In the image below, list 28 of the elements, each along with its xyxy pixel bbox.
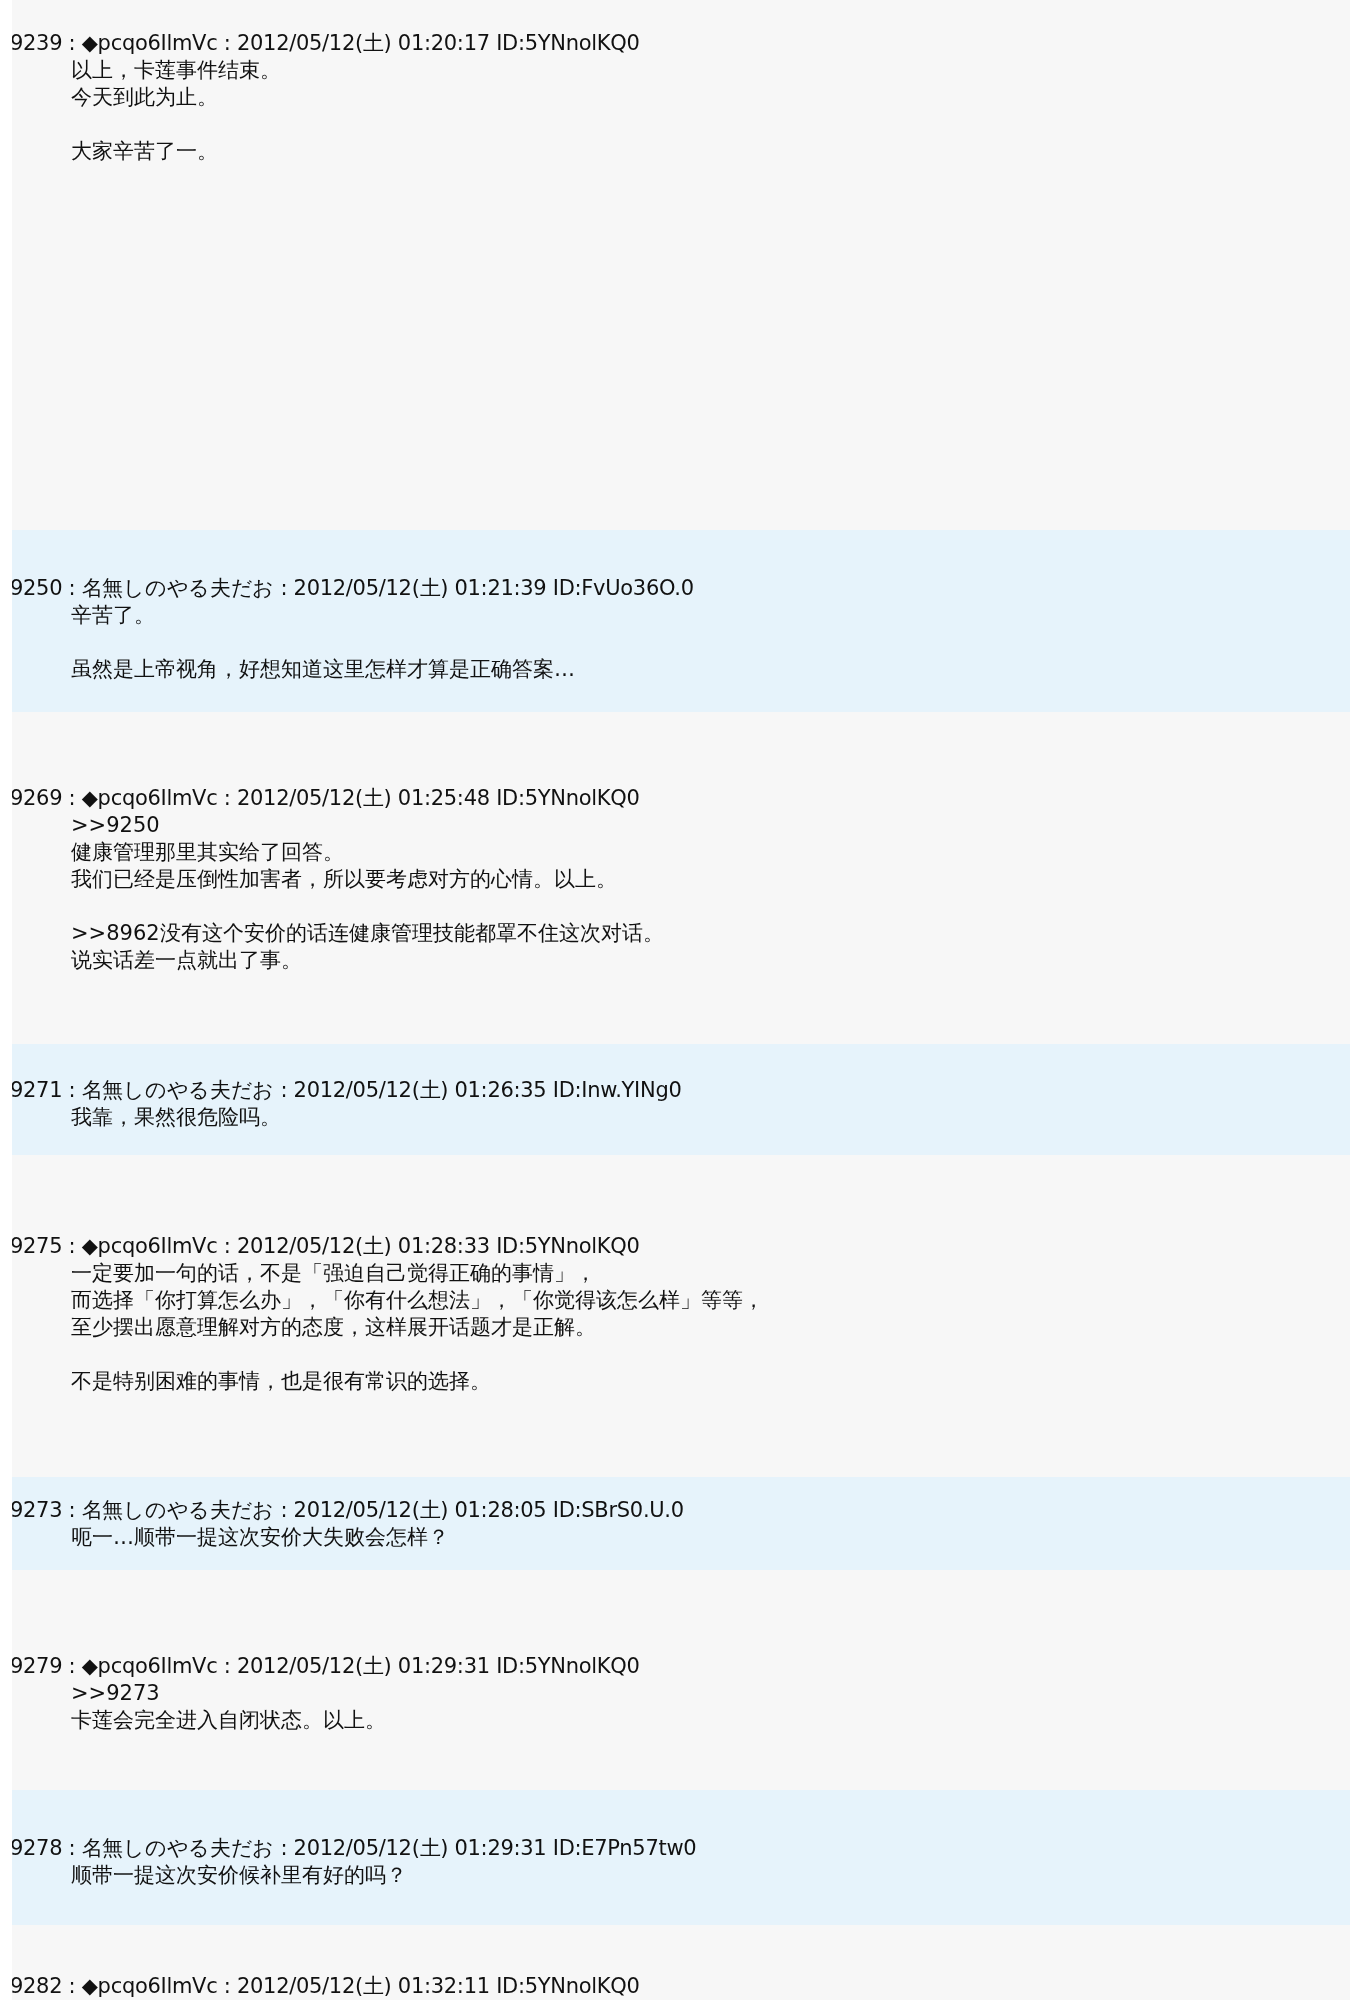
post-text: 至少摆出愿意理解对方的态度，这样展开话题才是正解。 <box>71 1314 597 1341</box>
post-text: 而选择「你打算怎么办」，「你有什么想法」，「你觉得该怎么样」等等， <box>71 1287 765 1314</box>
post-text: 说实话差一点就出了事。 <box>71 947 303 974</box>
post-header: 9269 : ◆pcqo6IlmVc : 2012/05/12(土) 01:25:48 ID:5YNnolKQ0 <box>12 785 641 812</box>
post-text: 呃一…顺带一提这次安价大失败会怎样？ <box>71 1524 450 1551</box>
post-text: >>9273 <box>71 1680 161 1707</box>
post-text: >>8962没有这个安价的话连健康管理技能都罩不住这次对话。 <box>71 920 665 947</box>
post-text: >>9250 <box>71 812 161 839</box>
post-text: 辛苦了。 <box>71 602 156 629</box>
post-header: 9278 : 名無しのやる夫だお : 2012/05/12(土) 01:29:31 ID:E7Pn57tw0 <box>12 1835 698 1862</box>
post-text: 今天到此为止。 <box>71 84 219 111</box>
post-text: 我靠，果然很危险吗。 <box>71 1104 282 1131</box>
post-text: 卡莲会完全进入自闭状态。以上。 <box>71 1707 387 1734</box>
post-header: 9271 : 名無しのやる夫だお : 2012/05/12(土) 01:26:35 ID:Inw.YINg0 <box>12 1077 683 1104</box>
post-text: 一定要加一句的话，不是「强迫自己觉得正确的事情」， <box>71 1260 597 1287</box>
post-header: 9282 : ◆pcqo6IlmVc : 2012/05/12(土) 01:32:11 ID:5YNnolKQ0 <box>12 1973 641 2000</box>
post-text: 顺带一提这次安价候补里有好的吗？ <box>71 1862 408 1889</box>
post-text: 以上，卡莲事件结束。 <box>71 57 282 84</box>
post-header: 9275 : ◆pcqo6IlmVc : 2012/05/12(土) 01:28:33 ID:5YNnolKQ0 <box>12 1233 641 1260</box>
post-text: 大家辛苦了一。 <box>71 138 219 165</box>
post-header: 9250 : 名無しのやる夫だお : 2012/05/12(土) 01:21:39 ID:FvUo36O.0 <box>12 575 695 602</box>
post-header: 9273 : 名無しのやる夫だお : 2012/05/12(土) 01:28:05 ID:SBrS0.U.0 <box>12 1497 685 1524</box>
post-text: 健康管理那里其实给了回答。 <box>71 839 345 866</box>
post-header: 9279 : ◆pcqo6IlmVc : 2012/05/12(土) 01:29:31 ID:5YNnolKQ0 <box>12 1653 641 1680</box>
post-text: 我们已经是压倒性加害者，所以要考虑对方的心情。以上。 <box>71 866 618 893</box>
post-text: 不是特别困难的事情，也是很有常识的选择。 <box>71 1368 492 1395</box>
post-header: 9239 : ◆pcqo6IlmVc : 2012/05/12(土) 01:20:17 ID:5YNnolKQ0 <box>12 30 641 57</box>
post-text: 虽然是上帝视角，好想知道这里怎样才算是正确答案… <box>71 656 576 683</box>
